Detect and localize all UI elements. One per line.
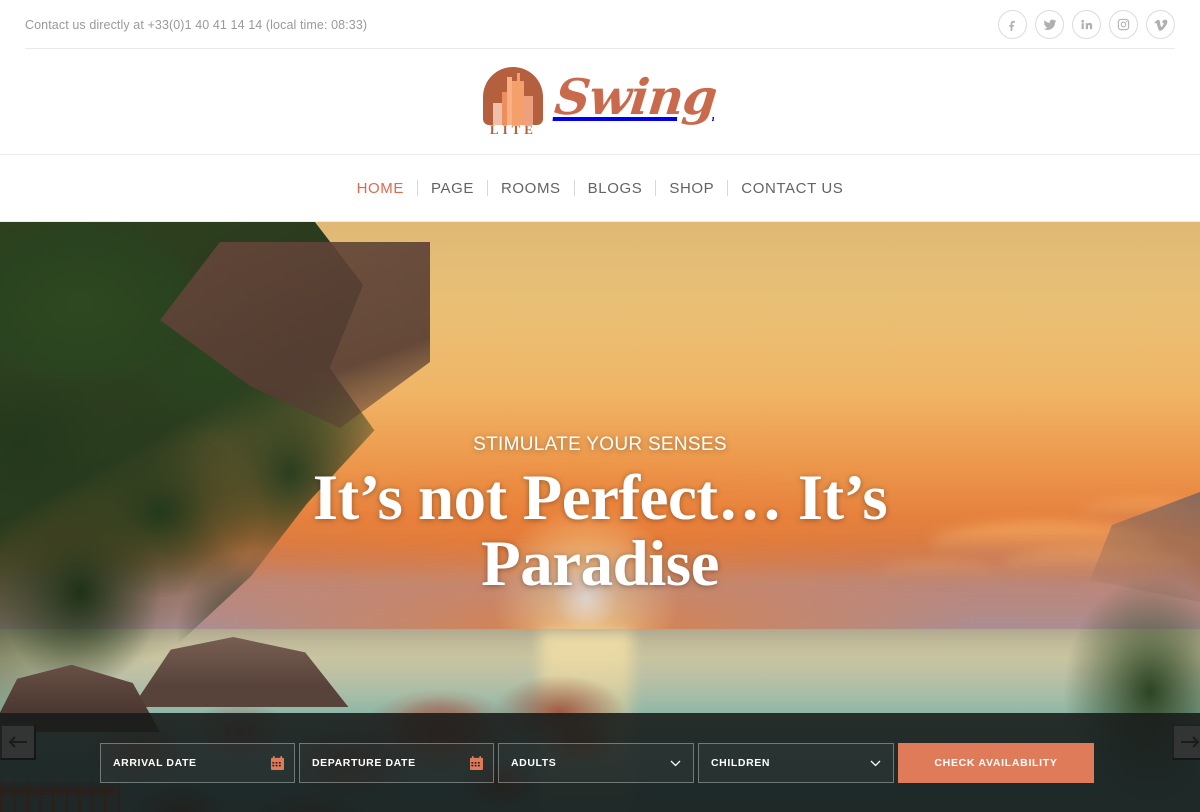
arrival-date-field[interactable]: ARRIVAL DATE <box>100 742 295 783</box>
main-navigation: HOME PAGE ROOMS BLOGS SHOP CONTACT US <box>0 155 1200 222</box>
hero-caption: STIMULATE YOUR SENSES It’s not Perfect… … <box>0 434 1200 598</box>
nav-item-blogs[interactable]: BLOGS <box>575 180 656 197</box>
nav-item-contact-us[interactable]: CONTACT US <box>728 180 856 197</box>
booking-form: ARRIVAL DATE DEPARTURE DATE ADULTS CHILD… <box>0 713 1200 812</box>
chevron-down-icon <box>870 754 881 772</box>
top-bar: Contact us directly at +33(0)1 40 41 14 … <box>0 0 1200 49</box>
topbar-divider <box>25 48 1175 49</box>
adults-select[interactable]: ADULTS <box>498 742 694 783</box>
logo-badge-icon: LITE <box>479 66 547 137</box>
contact-text: Contact us directly at +33(0)1 40 41 14 … <box>25 17 368 32</box>
social-link-vimeo[interactable] <box>1146 10 1175 39</box>
hero-title: It’s not Perfect… It’s Paradise <box>312 462 888 601</box>
linkedin-icon <box>1080 18 1093 31</box>
nav-item-page[interactable]: PAGE <box>418 180 487 197</box>
social-link-facebook[interactable] <box>998 10 1027 39</box>
children-select[interactable]: CHILDREN <box>698 742 894 783</box>
twitter-icon <box>1043 18 1057 32</box>
hero-slider: STIMULATE YOUR SENSES It’s not Perfect… … <box>0 222 1200 812</box>
social-link-instagram[interactable] <box>1109 10 1138 39</box>
site-logo[interactable]: LITE Swing <box>479 66 720 137</box>
check-availability-button[interactable]: CHECK AVAILABILITY <box>898 742 1094 783</box>
social-link-linkedin[interactable] <box>1072 10 1101 39</box>
facebook-icon <box>1006 18 1019 31</box>
nav-item-shop[interactable]: SHOP <box>656 180 727 197</box>
adults-label: ADULTS <box>511 756 557 769</box>
logo-wordmark: Swing <box>552 68 720 126</box>
vimeo-icon <box>1153 18 1168 32</box>
social-links <box>998 10 1175 39</box>
departure-date-label: DEPARTURE DATE <box>312 756 416 769</box>
logo-bar: LITE Swing <box>0 49 1200 155</box>
calendar-icon[interactable] <box>470 755 483 770</box>
nav-item-rooms[interactable]: ROOMS <box>488 180 574 197</box>
logo-badge-text: LITE <box>489 121 537 137</box>
nav-item-home[interactable]: HOME <box>344 180 417 197</box>
social-link-twitter[interactable] <box>1035 10 1064 39</box>
instagram-icon <box>1117 18 1130 31</box>
arrival-date-label: ARRIVAL DATE <box>113 756 197 769</box>
departure-date-field[interactable]: DEPARTURE DATE <box>299 742 494 783</box>
children-label: CHILDREN <box>711 756 771 769</box>
chevron-down-icon <box>670 754 681 772</box>
calendar-icon[interactable] <box>271 755 284 770</box>
hero-subtitle: STIMULATE YOUR SENSES <box>473 434 727 455</box>
